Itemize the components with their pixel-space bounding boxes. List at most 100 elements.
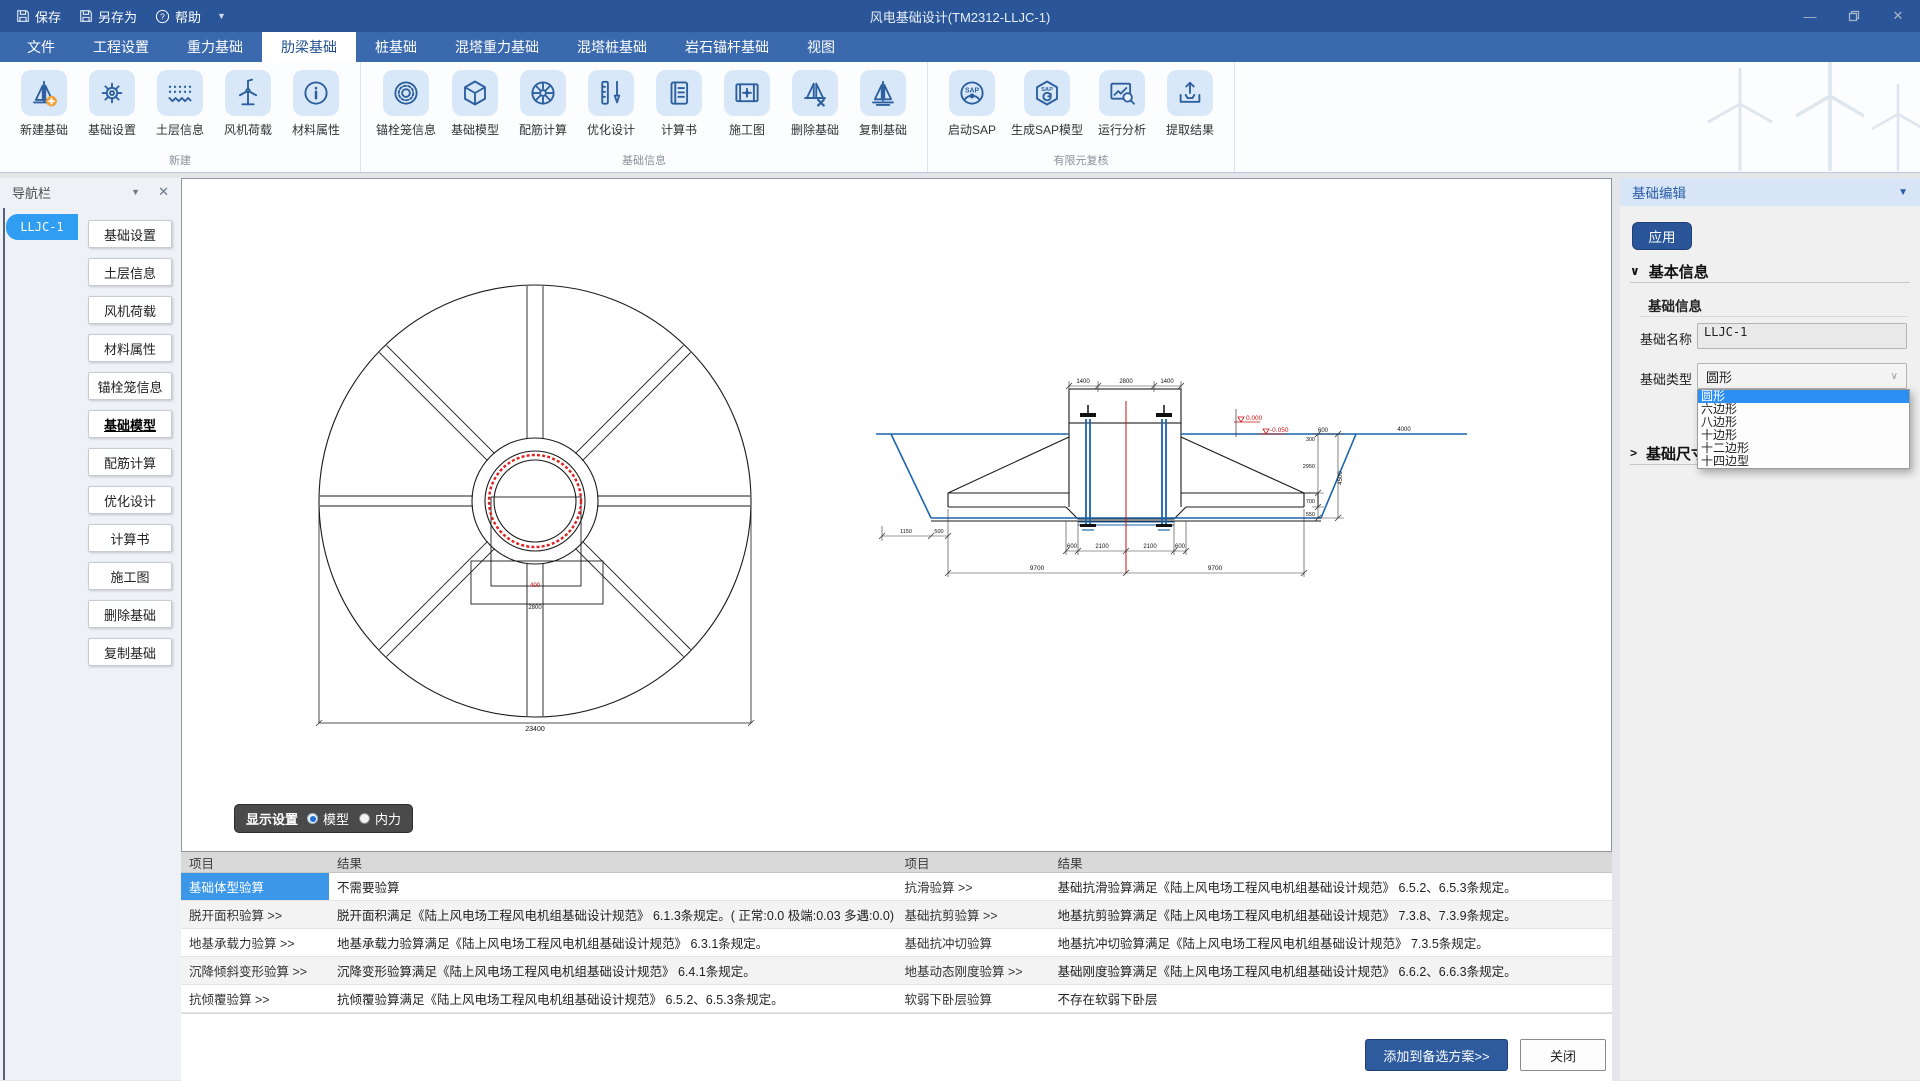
- menu-tab-8[interactable]: 岩石锚杆基础: [666, 32, 788, 62]
- ribbon-button-sap-generate[interactable]: SAP生成SAP模型: [1006, 70, 1088, 138]
- table-row-result: 脱开面积满足《陆上风电场工程风电机组基础设计规范》 6.1.3条规定。( 正常:…: [329, 901, 897, 929]
- minimize-icon[interactable]: —: [1788, 0, 1832, 32]
- project-tab[interactable]: LLJC-1: [6, 214, 78, 240]
- dropdown-option-十边形[interactable]: 十边形: [1698, 429, 1909, 442]
- ribbon-button-label: 提取结果: [1166, 121, 1214, 138]
- save-button[interactable]: 保存: [10, 0, 67, 32]
- menu-tab-3[interactable]: 重力基础: [168, 32, 262, 62]
- editor-collapse-icon[interactable]: ▼: [1898, 187, 1908, 198]
- sidebar-item-计算书[interactable]: 计算书: [88, 524, 172, 552]
- ribbon-button-copy-foundation[interactable]: 复制基础: [849, 70, 917, 138]
- navigator-close-icon[interactable]: ✕: [158, 184, 169, 200]
- ribbon-group-3: SAP启动SAPSAP生成SAP模型运行分析提取结果有限元复核: [928, 62, 1235, 172]
- sidebar-item-风机荷载[interactable]: 风机荷载: [88, 296, 172, 324]
- sidebar-item-基础模型[interactable]: 基础模型: [88, 410, 172, 438]
- display-settings-label: 显示设置: [246, 809, 298, 828]
- ribbon-button-label: 删除基础: [791, 121, 839, 138]
- ribbon-button-foundation-model[interactable]: 基础模型: [441, 70, 509, 138]
- save-as-button[interactable]: 另存为: [73, 0, 143, 32]
- save-as-icon: [79, 9, 93, 23]
- ribbon-button-wind-turbine[interactable]: 风机荷载: [214, 70, 282, 138]
- ribbon-button-label: 基础设置: [88, 121, 136, 138]
- drawing-canvas[interactable]: 2340040028000.000-0.05060040001400280014…: [181, 178, 1612, 852]
- menu-tab-6[interactable]: 混塔重力基础: [436, 32, 558, 62]
- ribbon-button-extract-results[interactable]: 提取结果: [1156, 70, 1224, 138]
- svg-text:400: 400: [530, 583, 541, 589]
- sidebar-item-施工图[interactable]: 施工图: [88, 562, 172, 590]
- svg-text:600: 600: [1067, 544, 1078, 550]
- menu-tab-1[interactable]: 文件: [8, 32, 74, 62]
- menu-tab-9[interactable]: 视图: [788, 32, 854, 62]
- ribbon-button-label: 复制基础: [859, 121, 907, 138]
- dropdown-option-十四边型[interactable]: 十四边型: [1698, 455, 1909, 468]
- ribbon-button-label: 优化设计: [587, 121, 635, 138]
- ribbon-button-calc-report[interactable]: 计算书: [645, 70, 713, 138]
- dropdown-option-六边形[interactable]: 六边形: [1698, 403, 1909, 416]
- foundation-name-input[interactable]: [1697, 323, 1907, 349]
- table-row-item[interactable]: 软弱下卧层验算: [897, 985, 1050, 1013]
- ribbon-button-label: 基础模型: [451, 121, 499, 138]
- menu-tab-4[interactable]: 肋梁基础: [262, 32, 356, 62]
- foundation-type-select[interactable]: 圆形 ∨: [1697, 363, 1907, 389]
- sidebar-item-土层信息[interactable]: 土层信息: [88, 258, 172, 286]
- navigator-collapse-icon[interactable]: ▼: [131, 187, 140, 197]
- quick-access-caret-icon[interactable]: ▼: [213, 11, 230, 21]
- ribbon-group-label: 新建: [0, 152, 360, 168]
- sidebar-item-基础设置[interactable]: 基础设置: [88, 220, 172, 248]
- add-to-candidates-button[interactable]: 添加到备选方案>>: [1365, 1039, 1508, 1071]
- wind-turbine-watermark: [1680, 62, 1920, 171]
- table-row-item[interactable]: 抗倾覆验算 >>: [181, 985, 329, 1013]
- rebar-calc-icon: [520, 70, 566, 116]
- ribbon-button-construction-drawing[interactable]: 施工图: [713, 70, 781, 138]
- table-row-item[interactable]: 脱开面积验算 >>: [181, 901, 329, 929]
- sidebar-item-优化设计[interactable]: 优化设计: [88, 486, 172, 514]
- apply-button[interactable]: 应用: [1632, 222, 1692, 250]
- sidebar-item-锚栓笼信息[interactable]: 锚栓笼信息: [88, 372, 172, 400]
- svg-text:?: ?: [160, 11, 165, 21]
- display-option-内力[interactable]: 内力: [359, 809, 401, 828]
- svg-text:SAP: SAP: [965, 87, 980, 94]
- display-option-label: 模型: [323, 809, 349, 828]
- dropdown-option-八边形[interactable]: 八边形: [1698, 416, 1909, 429]
- sidebar-item-配筋计算[interactable]: 配筋计算: [88, 448, 172, 476]
- table-row-item[interactable]: 基础抗冲切验算: [897, 929, 1050, 957]
- ribbon-button-run-analysis[interactable]: 运行分析: [1088, 70, 1156, 138]
- table-row-result: 不存在软弱下卧层: [1050, 985, 1613, 1013]
- help-button[interactable]: ? 帮助: [149, 0, 207, 32]
- restore-icon[interactable]: [1832, 0, 1876, 32]
- wind-turbine-icon: [225, 70, 271, 116]
- ribbon-button-settings-gear[interactable]: 基础设置: [78, 70, 146, 138]
- subsection-foundation-info: 基础信息: [1640, 294, 1908, 317]
- ribbon-button-soil-layers[interactable]: 土层信息: [146, 70, 214, 138]
- table-row-item[interactable]: 抗滑验算 >>: [897, 873, 1050, 901]
- table-row-item[interactable]: 地基承载力验算 >>: [181, 929, 329, 957]
- sidebar-item-复制基础[interactable]: 复制基础: [88, 638, 172, 666]
- dropdown-option-圆形[interactable]: 圆形: [1698, 390, 1909, 403]
- ribbon-button-new-foundation[interactable]: 新建基础: [10, 70, 78, 138]
- sidebar-item-删除基础[interactable]: 删除基础: [88, 600, 172, 628]
- menu-tab-7[interactable]: 混塔桩基础: [558, 32, 666, 62]
- close-button[interactable]: 关闭: [1520, 1039, 1606, 1071]
- chevron-right-icon: >: [1630, 446, 1637, 460]
- ribbon-button-rebar-calc[interactable]: 配筋计算: [509, 70, 577, 138]
- sidebar-item-材料属性[interactable]: 材料属性: [88, 334, 172, 362]
- ribbon-button-delete-foundation[interactable]: 删除基础: [781, 70, 849, 138]
- table-row-item[interactable]: 地基动态刚度验算 >>: [897, 957, 1050, 985]
- ribbon-button-anchor-cage[interactable]: 锚栓笼信息: [371, 70, 441, 138]
- menu-tab-5[interactable]: 桩基础: [356, 32, 436, 62]
- section-basic-info[interactable]: ∨ 基本信息: [1630, 260, 1910, 283]
- svg-text:600: 600: [1175, 544, 1186, 550]
- table-row-item[interactable]: 基础体型验算: [181, 873, 329, 901]
- save-label: 保存: [35, 7, 61, 26]
- table-row-item[interactable]: 沉降倾斜变形验算 >>: [181, 957, 329, 985]
- menu-tab-2[interactable]: 工程设置: [74, 32, 168, 62]
- ribbon-button-material-info[interactable]: 材料属性: [282, 70, 350, 138]
- display-option-模型[interactable]: 模型: [307, 809, 349, 828]
- close-icon[interactable]: ✕: [1876, 0, 1920, 32]
- dropdown-option-十二边形[interactable]: 十二边形: [1698, 442, 1909, 455]
- table-row-result: 不需要验算: [329, 873, 897, 901]
- ribbon-button-sap-launch[interactable]: SAP启动SAP: [938, 70, 1006, 138]
- table-row-item[interactable]: 基础抗剪验算 >>: [897, 901, 1050, 929]
- ribbon-button-optimize-design[interactable]: 优化设计: [577, 70, 645, 138]
- soil-layers-icon: [157, 70, 203, 116]
